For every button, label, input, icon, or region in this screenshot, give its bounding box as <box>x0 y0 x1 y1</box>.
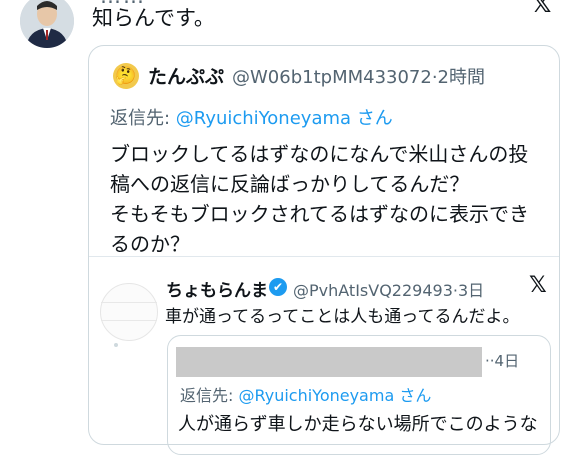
quoted-author-name[interactable]: たんぷぷ <box>148 62 224 89</box>
reply-target-link[interactable]: @RyuichiYoneyama さん <box>238 386 431 405</box>
quoted-tweet-body: ブロックしてるはずなのになんで米山さんの投 稿への返信に反論ばっかりしてるんだ？… <box>110 139 540 259</box>
redacted-author-block <box>176 347 482 377</box>
body-line: 稿への返信に反論ばっかりしてるんだ？ <box>110 172 470 196</box>
nested-author-avatar[interactable] <box>100 283 158 341</box>
reply-label: 返信先: <box>180 386 239 405</box>
nested-tweet-body: 車が通ってるってことは人も通ってるんだよ。 <box>165 307 520 327</box>
reply-label: 返信先: <box>110 108 176 129</box>
body-line: ブロックしてるはずなのになんで米山さんの投 <box>110 142 529 166</box>
nested-author-name[interactable]: ちょもらんま <box>166 276 268 301</box>
inner-quoted-time[interactable]: ··4日 <box>485 350 519 371</box>
nested-author-handle-time[interactable]: @PvhAtIsVQ229493·3日 <box>293 277 484 301</box>
reply-target-link[interactable]: @RyuichiYoneyama さん <box>176 108 393 129</box>
quoted-author-avatar[interactable]: 🤔 <box>113 63 139 89</box>
inner-quoted-body: 人が通らず車しか走らない場所でこのような <box>178 414 538 435</box>
inner-reply-line: 返信先: @RyuichiYoneyama さん <box>180 382 431 406</box>
thread-dot <box>114 343 118 347</box>
top-tweet-text: 知らんです。 <box>92 6 215 30</box>
x-logo-icon[interactable]: 𝕏 <box>532 0 551 18</box>
body-line: るのか？ <box>110 232 190 256</box>
verified-badge-icon: ✔ <box>269 278 287 296</box>
divider <box>89 256 559 257</box>
x-logo-icon[interactable]: 𝕏 <box>529 273 547 298</box>
author-avatar[interactable] <box>20 0 74 48</box>
quoted-reply-line: 返信先: @RyuichiYoneyama さん <box>110 104 393 130</box>
body-line: そもそもブロックされてるはずなのに表示でき <box>110 202 529 226</box>
quoted-author-handle-time[interactable]: @W06b1tpMM433072·2時間 <box>232 63 485 89</box>
